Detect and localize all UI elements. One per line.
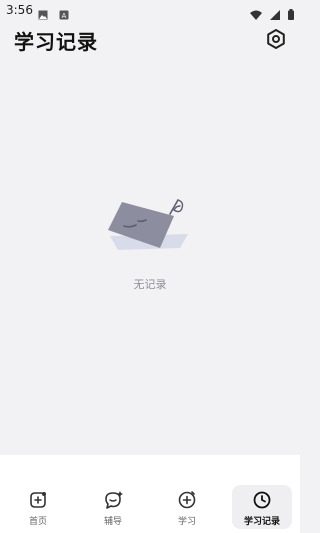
- home-plus-icon: [30, 492, 46, 508]
- status-bar: 3:56 A: [0, 0, 300, 22]
- nav-label-home: 首页: [28, 517, 47, 527]
- page-title: 学习记录: [14, 30, 98, 54]
- clock-icon: [253, 491, 271, 509]
- settings-hexagon-icon: [267, 29, 285, 49]
- nav-label-study: 学习: [177, 517, 196, 527]
- nav-item-tutor[interactable]: 辅导: [83, 485, 143, 529]
- empty-state-text: 无记录: [133, 278, 167, 291]
- nav-item-home[interactable]: 首页: [8, 485, 68, 529]
- nav-label-tutor: 辅导: [103, 517, 122, 527]
- empty-state: 无记录: [0, 190, 300, 300]
- status-time: 3:56: [6, 3, 33, 17]
- bottom-nav: 首页 辅导 学习 学习记录: [0, 455, 300, 533]
- signal-icon: [269, 10, 280, 20]
- nav-label-study-records: 学习记录: [243, 517, 280, 527]
- settings-button[interactable]: [264, 27, 288, 51]
- image-icon: [38, 10, 48, 20]
- svg-text:A: A: [62, 13, 67, 20]
- battery-icon: [288, 9, 294, 20]
- compass-plus-icon: [178, 491, 196, 509]
- nav-item-study-records[interactable]: 学习记录: [232, 485, 292, 529]
- paper-with-pen-illustration: [108, 199, 188, 250]
- a-icon: A: [59, 10, 69, 20]
- header: 学习记录: [0, 22, 300, 58]
- wifi-icon: [249, 10, 262, 20]
- chat-sparkle-icon: [105, 491, 123, 509]
- nav-item-study[interactable]: 学习: [157, 485, 217, 529]
